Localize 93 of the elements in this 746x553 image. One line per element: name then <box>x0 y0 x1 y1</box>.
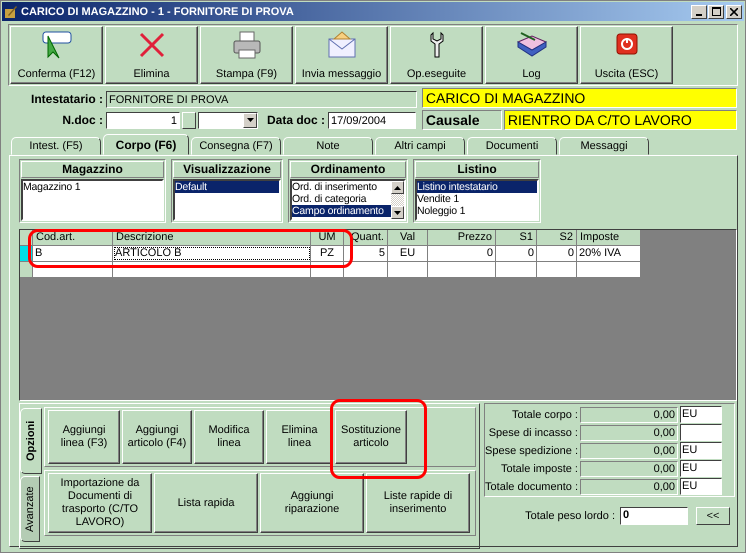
pencil-icon <box>4 4 18 18</box>
option-button[interactable]: Aggiungi riparazione <box>260 473 364 533</box>
maximize-icon <box>712 7 720 16</box>
group-title: Ordinamento <box>290 161 406 178</box>
small-button[interactable] <box>182 112 196 128</box>
supplier-field[interactable]: FORNITORE DI PROVA <box>106 90 417 108</box>
option-button[interactable]: Lista rapida <box>154 473 258 533</box>
column-header[interactable]: S1 <box>496 230 537 245</box>
close-button[interactable] <box>726 4 742 18</box>
list-box[interactable]: Default <box>173 179 281 221</box>
list-item[interactable]: Campo ordinamento <box>292 205 391 217</box>
minimize-icon <box>696 14 702 16</box>
currency-field[interactable]: EU <box>680 460 722 477</box>
tab[interactable]: Messaggi <box>559 137 649 155</box>
list-item[interactable]: Default <box>175 181 279 193</box>
field-label: Intestatario : <box>30 92 104 106</box>
currency-field[interactable] <box>680 424 722 441</box>
column-header[interactable]: Imposte <box>577 230 641 245</box>
total-field: 0,00 <box>580 406 678 422</box>
list-item[interactable]: Ord. di categoria <box>292 193 391 205</box>
list-box[interactable]: Ord. di inserimento Ord. di categoria Campo ordinamento <box>290 179 406 221</box>
tab[interactable]: Altri campi <box>375 137 465 155</box>
option-button[interactable]: Sostituzione articolo <box>335 410 407 464</box>
blank-row[interactable] <box>20 262 641 278</box>
option-button[interactable]: Modifica linea <box>194 410 264 464</box>
tab[interactable]: Intest. (F5) <box>11 137 101 155</box>
table-cell: ARTICOLO B <box>113 246 311 261</box>
down-arrow-icon <box>394 210 401 214</box>
list-item[interactable]: Vendite 1 <box>417 193 537 205</box>
table-cell: 20% IVA <box>577 246 641 261</box>
total-field: 0,00 <box>580 460 678 476</box>
column-header[interactable]: Prezzo <box>428 230 496 245</box>
close-icon <box>730 8 738 16</box>
option-button[interactable]: Importazione da Documenti di trasporto (C/TO LAVORO) <box>48 473 152 533</box>
list-item[interactable]: Listino intestatario <box>417 181 537 193</box>
list-box[interactable]: Magazzino 1 <box>21 179 164 221</box>
tab[interactable]: Note <box>283 137 373 155</box>
currency-field[interactable]: EU <box>680 406 722 423</box>
field-label: Data doc : <box>267 113 326 127</box>
column-header[interactable]: Val <box>388 230 428 245</box>
window-title: CARICO DI MAGAZZINO - 1 - FORNITORE DI PROVA <box>21 6 294 18</box>
weight-field[interactable]: 0 <box>620 507 688 525</box>
total-label: Totale peso lordo : <box>524 510 616 522</box>
column-header[interactable]: S2 <box>537 230 577 245</box>
dropdown-arrow-icon <box>246 118 254 122</box>
toolbar-button[interactable]: Uscita (ESC) <box>580 26 673 84</box>
side-tab[interactable]: Avanzate <box>20 476 40 542</box>
tab[interactable]: Corpo (F6) <box>103 134 189 155</box>
doc-number-field[interactable]: 1 <box>106 112 180 128</box>
maximize-button[interactable] <box>708 4 724 18</box>
printer-icon <box>230 30 262 60</box>
currency-field[interactable]: EU <box>680 442 722 459</box>
option-button[interactable]: Aggiungi linea (F3) <box>48 410 120 464</box>
total-label: Spese spedizione : <box>485 444 579 456</box>
total-field: 0,00 <box>580 478 678 494</box>
collapse-button[interactable]: << <box>696 507 730 525</box>
list-item[interactable]: Ord. di inserimento <box>292 181 391 193</box>
option-button[interactable]: Elimina linea <box>266 410 333 464</box>
option-button[interactable]: Aggiungi articolo (F4) <box>122 410 192 464</box>
side-tab[interactable]: Opzioni <box>20 408 42 474</box>
total-label: Totale documento : <box>485 480 579 492</box>
field-label: Causale <box>422 110 502 130</box>
total-field: 0,00 <box>580 424 678 440</box>
option-button[interactable]: Liste rapide di inserimento <box>366 473 470 533</box>
total-label: Spese di incasso : <box>488 426 579 438</box>
currency-field[interactable]: EU <box>680 478 722 495</box>
envelope-icon <box>326 30 358 60</box>
total-label: Totale imposte : <box>500 462 579 474</box>
list-item[interactable]: Noleggio 1 <box>417 205 537 217</box>
toolbar-button[interactable]: Log <box>485 26 578 84</box>
toolbar-button[interactable]: Invia messaggio <box>295 26 388 84</box>
up-arrow-icon <box>394 186 401 190</box>
tab[interactable]: Documenti <box>467 137 557 155</box>
document-type-banner: CARICO DI MAGAZZINO <box>422 88 737 108</box>
tab[interactable]: Consegna (F7) <box>191 137 281 155</box>
toolbar-button[interactable]: Conferma (F12) <box>10 26 103 84</box>
toolbar-button[interactable]: Stampa (F9) <box>200 26 293 84</box>
list-item[interactable]: Magazzino 1 <box>23 181 162 193</box>
toolbar-button[interactable]: Elimina <box>105 26 198 84</box>
field-label: N.doc : <box>61 113 104 127</box>
list-box[interactable]: Listino intestatario Vendite 1 Noleggio 1 <box>415 179 539 221</box>
date-field[interactable]: 17/09/2004 <box>328 112 416 128</box>
minimize-button[interactable] <box>691 4 707 18</box>
series-dropdown[interactable] <box>198 112 258 128</box>
scrollbar[interactable] <box>391 181 404 219</box>
group-title: Listino <box>415 161 539 178</box>
total-label: Totale corpo : <box>510 408 579 420</box>
group-title: Magazzino <box>21 161 164 178</box>
toolbar-button[interactable]: Op.eseguite <box>390 26 483 84</box>
table-cell: B <box>33 246 113 261</box>
reason-field: RIENTRO DA C/TO LAVORO <box>504 110 737 130</box>
total-field: 0,00 <box>580 442 678 458</box>
group-title: Visualizzazione <box>173 161 281 178</box>
